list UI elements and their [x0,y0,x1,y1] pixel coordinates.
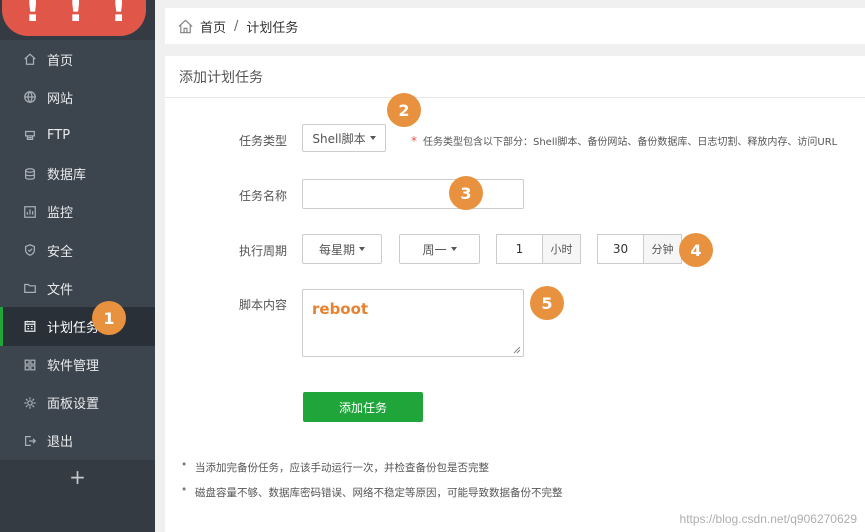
logout-icon [22,433,38,449]
shield-icon [22,242,38,258]
hour-unit: 小时 [542,235,580,263]
minute-unit: 分钟 [643,235,681,263]
sidebar-item-ftp[interactable]: FTP [0,116,155,154]
task-type-hint-text: 任务类型包含以下部分：Shell脚本、备份网站、备份数据库、日志切割、释放内存、… [423,137,838,148]
exclamation-mark: ! [24,0,42,30]
sidebar-header: D ! ! ! [0,0,155,40]
note-item: 当添加完备份任务，应该手动运行一次，并检查备份包是否完整 [181,459,741,475]
breadcrumb-separator: / [234,18,239,34]
cycle-select[interactable]: 每星期 [302,234,382,264]
globe-icon [22,89,38,105]
sidebar-nav: 首页 网站 FTP 数据库 监控 安全 文件 计划任务 软件管理 面板设置 退出 [0,40,155,460]
task-type-select[interactable]: Shell脚本 [302,124,386,152]
sidebar-item-label: 监控 [47,206,74,222]
sidebar-item-label: 软件管理 [47,359,100,375]
sidebar-item-label: 网站 [47,91,74,107]
weekday-select[interactable]: 周一 [399,234,480,264]
caret-down-icon [450,247,457,251]
exclamation-mark: ! [67,0,85,30]
sidebar-item-home[interactable]: 首页 [0,40,155,78]
script-label: 脚本内容 [238,298,287,312]
sidebar-item-website[interactable]: 网站 [0,78,155,116]
sidebar-item-database[interactable]: 数据库 [0,155,155,193]
database-icon [22,166,38,182]
sidebar-item-cron[interactable]: 计划任务 [0,307,155,346]
hour-value[interactable]: 1 [497,235,542,263]
annotation-badge-4: 4 [679,233,713,267]
calendar-icon [22,318,38,334]
task-name-label: 任务名称 [238,189,287,203]
cycle-value: 每星期 [318,242,355,257]
script-content: reboot [312,300,369,318]
caret-down-icon [369,136,376,140]
home-icon [22,51,38,67]
caret-down-icon [359,247,365,251]
required-star: * [411,134,417,148]
annotation-badge-2: 2 [387,93,421,127]
task-type-value: Shell脚本 [312,131,366,146]
monitor-icon [22,204,38,220]
cycle-label: 执行周期 [238,244,287,258]
exclamation-mark: ! [110,0,128,30]
note-item: 磁盘容量不够、数据库密码错误、网络不稳定等原因，可能导致数据备份不完整 [181,484,741,500]
sidebar-item-files[interactable]: 文件 [0,269,155,307]
hour-field[interactable]: 1 小时 [496,234,581,264]
resize-handle-icon[interactable] [513,346,521,354]
breadcrumb-home-link[interactable]: 首页 [200,17,226,36]
gear-icon [22,395,38,411]
sidebar-item-security[interactable]: 安全 [0,231,155,269]
sidebar-item-label: 数据库 [47,168,87,184]
minute-value[interactable]: 30 [598,235,643,263]
folder-icon [22,280,38,296]
annotation-badge-3: 3 [449,176,483,210]
weekday-value: 周一 [422,242,447,257]
sidebar-item-label: FTP [47,127,71,143]
sidebar-item-settings[interactable]: 面板设置 [0,384,155,422]
task-type-hint: * 任务类型包含以下部分：Shell脚本、备份网站、备份数据库、日志切割、释放内存… [411,133,837,148]
sidebar-item-monitor[interactable]: 监控 [0,193,155,231]
sidebar-item-label: 面板设置 [47,397,100,413]
sidebar-item-logout[interactable]: 退出 [0,422,155,460]
breadcrumb-current: 计划任务 [246,20,299,36]
sidebar-item-software[interactable]: 软件管理 [0,346,155,384]
add-task-button[interactable]: 添加任务 [303,392,423,422]
sidebar-item-label: 文件 [47,282,74,298]
task-name-input[interactable] [302,179,524,209]
task-type-label: 任务类型 [238,134,287,148]
add-menu-button[interactable]: + [0,462,155,492]
sidebar-item-label: 首页 [47,53,74,69]
sidebar-item-label: 安全 [47,244,74,260]
annotation-badge-5: 5 [530,286,564,320]
script-textarea[interactable]: reboot [302,289,524,357]
watermark: https://blog.csdn.net/q906270629 [679,512,857,526]
exclamation-banner: ! ! ! [2,0,146,36]
sidebar: D ! ! ! 首页 网站 FTP 数据库 监控 安全 [0,0,155,532]
panel-title: 添加计划任务 [165,56,865,98]
notes-list: 当添加完备份任务，应该手动运行一次，并检查备份包是否完整 磁盘容量不够、数据库密… [181,459,741,510]
grid-icon [22,357,38,373]
ftp-icon [22,127,38,143]
home-icon[interactable] [177,18,194,35]
minute-field[interactable]: 30 分钟 [597,234,682,264]
breadcrumb: 首页 / 计划任务 [165,8,865,44]
sidebar-item-label: 退出 [47,435,74,451]
add-cron-panel: 添加计划任务 任务类型 Shell脚本 * 任务类型包含以下部分：Shell脚本、… [165,56,865,532]
annotation-badge-1: 1 [92,301,126,335]
